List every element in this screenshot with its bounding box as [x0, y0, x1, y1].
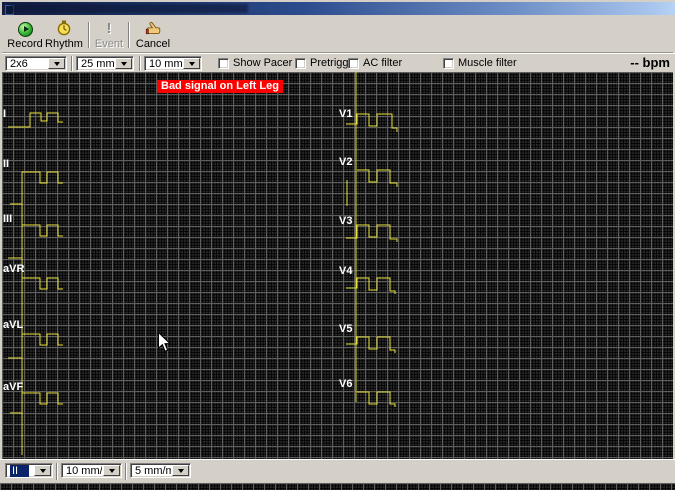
chevron-down-icon[interactable]	[115, 58, 132, 69]
lead-label-V4: V4	[339, 266, 352, 277]
chevron-down-icon[interactable]	[172, 465, 189, 476]
trace-V3	[346, 225, 397, 242]
rhythm-toolbar: II 10 mm/sec 5 mm/mV	[0, 459, 675, 483]
speed-select[interactable]: 25 mm/sec	[76, 56, 134, 71]
title-text-area	[10, 4, 248, 13]
rhythm-gain-value: 5 mm/mV	[131, 465, 171, 477]
lead-label-II: II	[3, 159, 9, 170]
toolbar-separator	[125, 463, 127, 480]
chevron-down-icon[interactable]	[48, 58, 65, 69]
trace-V4	[346, 278, 395, 294]
record-icon	[6, 20, 44, 37]
trace-III	[8, 225, 63, 258]
ac-filter-checkbox[interactable]: AC filter	[348, 57, 402, 69]
lead-label-V2: V2	[339, 157, 352, 168]
checkbox-icon[interactable]	[443, 58, 454, 69]
speed-select-value: 25 mm/sec	[77, 58, 114, 70]
lead-label-V5: V5	[339, 324, 352, 335]
checkbox-icon[interactable]	[348, 58, 359, 69]
cancel-button[interactable]: Cancel	[133, 20, 173, 50]
gain-select-value: 10 mm/mV	[145, 58, 182, 70]
trace-V1	[346, 114, 397, 132]
rhythm-button-label: Rhythm	[44, 38, 84, 50]
settings-toolbar: 2x6 25 mm/sec 10 mm/mV Show Pacer Pretri…	[2, 53, 675, 73]
lead-label-III: III	[3, 214, 12, 225]
show-pacer-label: Show Pacer	[233, 57, 292, 69]
trace-II	[10, 172, 63, 204]
record-toolbar: Record Rhythm ! Event	[2, 15, 673, 53]
record-button[interactable]: Record	[6, 20, 44, 50]
ecg-traces	[2, 72, 673, 459]
lead-label-I: I	[3, 109, 6, 120]
rhythm-gain-select[interactable]: 5 mm/mV	[130, 463, 191, 478]
trace-aVF	[10, 393, 63, 413]
lead-label-V3: V3	[339, 216, 352, 227]
cancel-icon	[133, 20, 173, 37]
event-button-label: Event	[94, 38, 124, 50]
checkbox-icon[interactable]	[218, 58, 229, 69]
chevron-down-icon[interactable]	[34, 465, 51, 476]
rhythm-lead-value: II	[10, 465, 29, 477]
cancel-button-label: Cancel	[133, 38, 173, 50]
muscle-filter-checkbox[interactable]: Muscle filter	[443, 57, 517, 69]
ecg-display: Bad signal on Left Leg IIIIIIaVRaVLaVFV1…	[2, 72, 673, 459]
trace-I	[8, 113, 63, 127]
chevron-down-icon[interactable]	[103, 465, 120, 476]
lead-label-V1: V1	[339, 109, 352, 120]
layout-select[interactable]: 2x6	[5, 56, 67, 71]
app-window: Record Rhythm ! Event	[0, 0, 675, 490]
warning-banner: Bad signal on Left Leg	[157, 80, 283, 93]
lead-label-aVR: aVR	[3, 264, 24, 275]
toolbar-separator	[71, 56, 73, 71]
title-bar	[2, 2, 675, 15]
chevron-down-icon[interactable]	[183, 58, 200, 69]
lead-label-V6: V6	[339, 379, 352, 390]
record-button-label: Record	[6, 38, 44, 50]
toolbar-separator	[128, 22, 130, 48]
gain-select[interactable]: 10 mm/mV	[144, 56, 202, 71]
muscle-filter-label: Muscle filter	[458, 57, 517, 69]
toolbar-separator	[88, 22, 90, 48]
rhythm-speed-value: 10 mm/sec	[62, 465, 102, 477]
toolbar-separator	[139, 56, 141, 71]
show-pacer-checkbox[interactable]: Show Pacer	[218, 57, 292, 69]
rhythm-strip-edge	[0, 483, 675, 490]
checkbox-icon[interactable]	[295, 58, 306, 69]
layout-select-value: 2x6	[6, 58, 47, 70]
toolbar-separator	[56, 463, 58, 480]
lead-label-aVF: aVF	[3, 382, 23, 393]
rhythm-speed-select[interactable]: 10 mm/sec	[61, 463, 122, 478]
trace-aVL	[8, 334, 63, 358]
ac-filter-label: AC filter	[363, 57, 402, 69]
lead-label-aVL: aVL	[3, 320, 23, 331]
event-button[interactable]: ! Event	[94, 20, 124, 50]
trace-aVR	[22, 278, 63, 289]
rhythm-button[interactable]: Rhythm	[44, 20, 84, 50]
rhythm-lead-select[interactable]: II	[5, 463, 53, 478]
event-icon: !	[94, 20, 124, 37]
trace-V6	[357, 392, 395, 407]
trace-V2	[357, 170, 397, 187]
rhythm-icon	[44, 20, 84, 37]
trace-V5	[346, 337, 395, 353]
heart-rate-readout: -- bpm	[630, 55, 670, 70]
